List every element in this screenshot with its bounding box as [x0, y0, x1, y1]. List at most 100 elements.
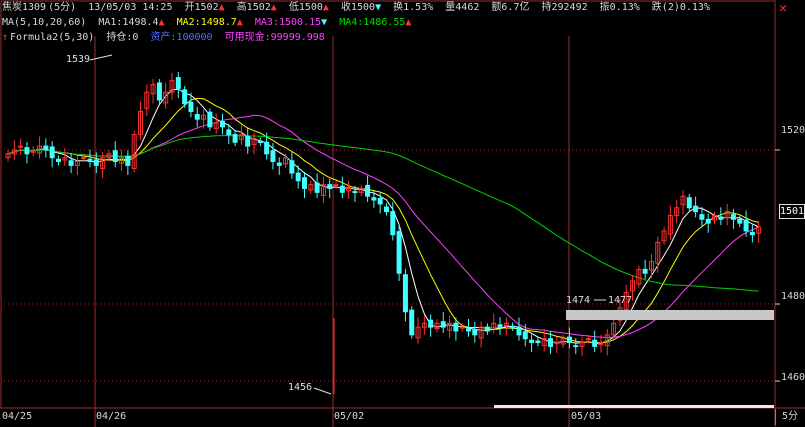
candle-body [592, 339, 598, 347]
candle-body [125, 155, 131, 166]
candle-body [194, 114, 200, 120]
candle-body [232, 134, 238, 143]
current-price-tag: 1501 [779, 204, 805, 219]
cash-label: 可用现金:99999.998 [224, 32, 325, 43]
y-tick-label: 1480 [781, 291, 805, 302]
high-annotation: 1539 [66, 54, 91, 65]
symbol-name[interactable]: 焦炭1309 [2, 2, 46, 13]
change-label: 跌(2)0.13% [651, 2, 710, 13]
moving-average-lines [7, 88, 759, 344]
quote-header: 焦炭1309 (5分) 13/05/03 14:25 开1502▲ 高1502▲ … [2, 1, 716, 15]
amount-label: 额6.7亿 [491, 2, 530, 13]
ma5-line [7, 88, 759, 344]
up-arrow-icon: ▲ [322, 2, 329, 13]
x-tick-label: 05/03 [571, 411, 602, 422]
low-annotation: 1456 [288, 382, 313, 393]
ma10-line [7, 97, 759, 343]
chart-frame [0, 0, 776, 409]
up-arrow-icon: ▲ [405, 17, 412, 28]
down-arrow-icon: ▼ [321, 17, 328, 28]
period-button[interactable]: 5分 [775, 409, 804, 425]
candle-body [327, 184, 333, 189]
level-b-annotation: 1477 [608, 295, 633, 306]
volume-label: 量4462 [445, 2, 480, 13]
x-tick-label: 04/26 [96, 411, 127, 422]
kline-chart[interactable] [0, 0, 805, 427]
close-price: 收1500▼ [340, 2, 382, 13]
candle-body [49, 146, 55, 159]
candle-body [87, 158, 93, 163]
candle-body [459, 326, 465, 329]
candle-body [510, 325, 516, 328]
candle-body [693, 205, 699, 213]
candle-body [276, 162, 282, 166]
close-icon[interactable]: ✕ [779, 1, 787, 16]
ma2-value: MA2:1498.7▲ [176, 17, 243, 28]
candle-body [68, 160, 74, 166]
candle-body [554, 342, 560, 345]
position-label: 持仓:0 [106, 32, 139, 43]
candle-body [264, 141, 270, 155]
formula-label[interactable]: Formula2(5,30) [10, 32, 94, 43]
down-arrow-icon: ▼ [375, 2, 382, 13]
candle-body [289, 160, 295, 174]
candle-body [484, 326, 490, 332]
open-price: 开1502▲ [184, 2, 225, 13]
formula-arrow-icon: ↑ [2, 32, 9, 43]
candle-body [188, 101, 194, 112]
candle-body [207, 111, 213, 128]
candle-body [55, 158, 61, 163]
candle-body [566, 336, 572, 344]
candle-body [516, 326, 522, 336]
amplitude: 振0.13% [599, 2, 640, 13]
candle-body [182, 89, 188, 105]
candle-body [156, 82, 162, 101]
candle-body [440, 321, 446, 328]
period-label: (5分) [48, 2, 77, 13]
candle-body [453, 322, 459, 332]
candle-body [371, 197, 377, 201]
candle-body [642, 268, 648, 274]
candle-body [226, 129, 232, 136]
up-arrow-icon: ▲ [158, 17, 165, 28]
candle-body [573, 345, 579, 348]
candle-body [301, 177, 307, 189]
candle-body [409, 309, 415, 336]
candle-body [737, 218, 743, 224]
ma1-value: MA1:1498.4▲ [98, 17, 165, 28]
high-price: 高1502▲ [236, 2, 277, 13]
candle-body [466, 328, 472, 332]
candle-body [718, 216, 724, 220]
candle-body [93, 159, 99, 166]
y-tick-label: 1520 [781, 125, 805, 136]
turnover-rate: 换1.53% [393, 2, 434, 13]
candle-body [175, 77, 181, 89]
candle-body [112, 150, 118, 163]
candle-body [377, 198, 383, 205]
datetime-label: 13/05/03 14:25 [88, 2, 173, 13]
candle-body [295, 172, 301, 182]
ma3-value: MA3:1500.15▼ [254, 17, 328, 28]
y-tick-label: 1460 [781, 372, 805, 383]
candle-body [43, 145, 49, 151]
candle-body [352, 191, 358, 194]
candle-body [390, 211, 396, 236]
range-band [566, 310, 774, 320]
assets-label: 资产:100000 [150, 32, 213, 43]
candle-body [245, 135, 251, 147]
candle-body [749, 231, 755, 236]
candle-body [333, 184, 339, 187]
chart-grid [0, 0, 805, 427]
up-arrow-icon: ▲ [218, 2, 225, 13]
candle-body [428, 319, 434, 328]
candle-body [522, 331, 528, 340]
candle-body [314, 182, 320, 193]
up-arrow-icon: ▲ [236, 17, 243, 28]
scroll-indicator [494, 405, 774, 408]
formula-legend: ↑ Formula2(5,30) 持仓:0 资产:100000 可用现金:9999… [2, 31, 331, 45]
x-tick-label: 05/02 [334, 411, 365, 422]
candle-body [81, 157, 87, 160]
candle-body [497, 324, 503, 328]
candle-body [686, 197, 692, 209]
candle-body [585, 338, 591, 341]
